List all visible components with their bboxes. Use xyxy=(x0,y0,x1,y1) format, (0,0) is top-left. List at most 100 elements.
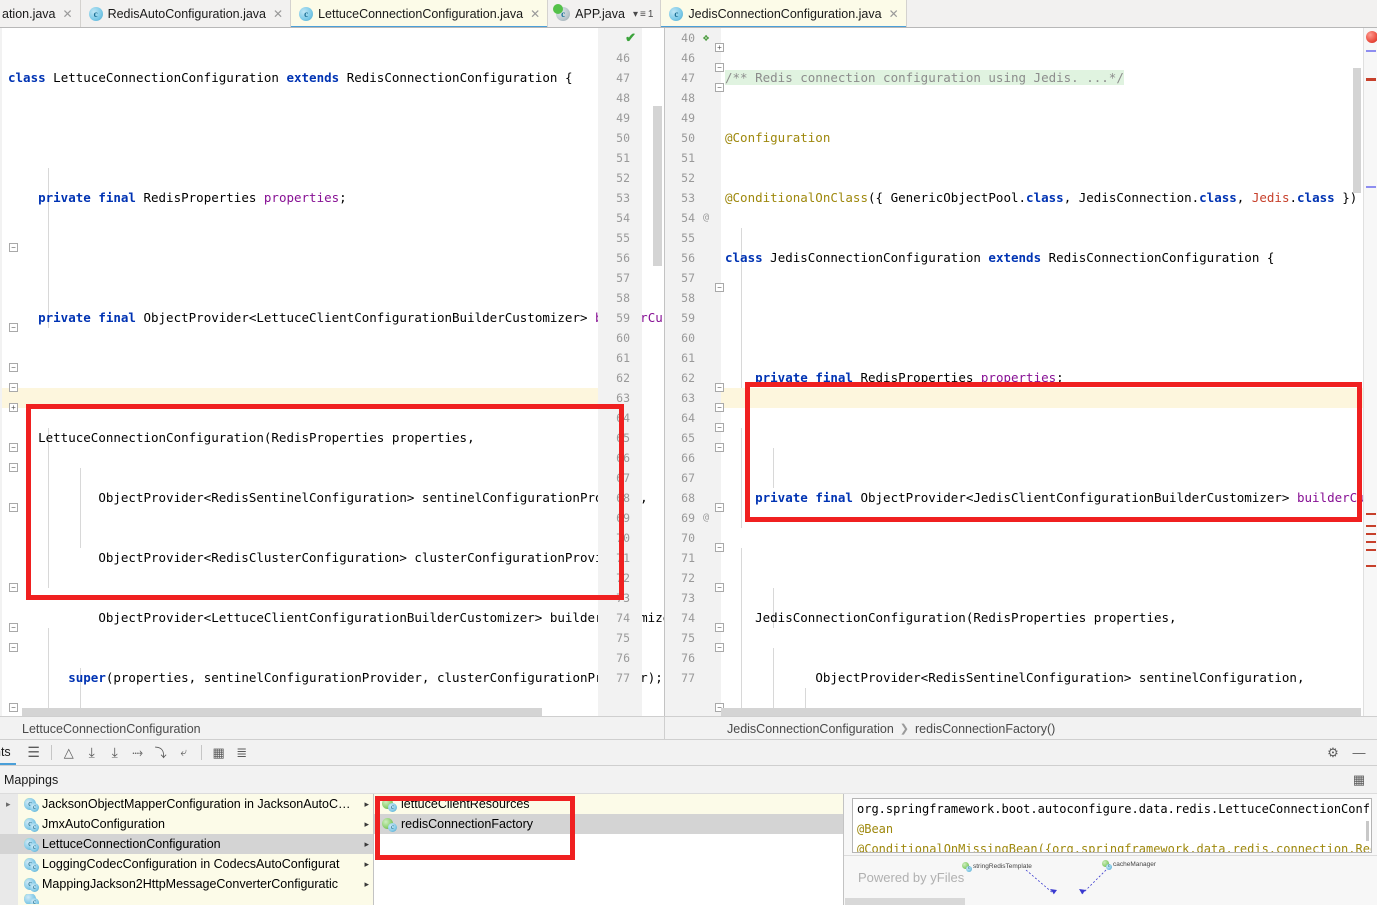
tool-window-tab[interactable]: nts xyxy=(0,740,16,765)
chevron-right-icon[interactable]: ▸ xyxy=(364,839,369,850)
fold-marker[interactable]: − xyxy=(9,463,18,472)
breadcrumb-item[interactable]: redisConnectionFactory() xyxy=(915,722,1055,736)
fold-marker[interactable]: − xyxy=(715,443,724,452)
bean-row-lettuce-client-resources[interactable]: lettuceClientResources xyxy=(374,794,569,814)
editor-pane-jedis[interactable]: /** Redis connection configuration using… xyxy=(665,28,1377,716)
error-count-icon[interactable] xyxy=(1366,31,1377,43)
tree-row-5-partial[interactable] xyxy=(0,894,373,904)
doc-scrollbar[interactable] xyxy=(1366,821,1369,841)
editor-pane-lettuce[interactable]: class LettuceConnectionConfiguration ext… xyxy=(0,28,665,716)
tree-row-0[interactable]: ▸ c JacksonObjectMapperConfiguration in … xyxy=(0,794,373,814)
layout-icon[interactable]: ▦ xyxy=(1349,770,1369,790)
horizontal-scrollbar-left[interactable] xyxy=(22,708,542,716)
java-class-icon: c xyxy=(24,817,39,832)
editor-tab-3[interactable]: c APP.java ▾ ≡ 1 xyxy=(548,0,662,27)
code-text-lettuce[interactable]: class LettuceConnectionConfiguration ext… xyxy=(8,28,664,716)
vertical-scrollbar-left[interactable] xyxy=(653,106,662,266)
tree-row-1[interactable]: c JmxAutoConfiguration ▸ xyxy=(0,814,373,834)
graph-node-string-redis-template[interactable]: stringRedisTemplate xyxy=(962,862,1032,872)
fold-marker[interactable]: − xyxy=(715,423,724,432)
editor-tab-1[interactable]: c RedisAutoConfiguration.java ✕ xyxy=(80,0,292,27)
fold-marker[interactable]: + xyxy=(9,403,18,412)
fold-marker[interactable]: − xyxy=(9,363,18,372)
tree-row-4[interactable]: c MappingJackson2HttpMessageConverterCon… xyxy=(0,874,373,894)
gear-icon[interactable]: ⚙ xyxy=(1323,743,1343,763)
fold-marker[interactable]: − xyxy=(715,403,724,412)
toolbar-divider xyxy=(200,745,202,760)
fold-marker[interactable]: − xyxy=(715,543,724,552)
chevron-right-icon: ❯ xyxy=(899,723,909,735)
import-icon[interactable]: ⤓ xyxy=(82,743,102,763)
tree-row-3[interactable]: c LoggingCodecConfiguration in CodecsAut… xyxy=(0,854,373,874)
chevron-right-icon[interactable]: ▸ xyxy=(364,859,369,870)
breadcrumb-left[interactable]: LettuceConnectionConfiguration xyxy=(0,717,665,740)
inspection-ok-icon: ✔ xyxy=(625,30,636,45)
fold-marker[interactable]: − xyxy=(9,643,18,652)
jump-to-source-icon[interactable]: ⤵ xyxy=(151,743,171,763)
settings-list-icon[interactable]: ≣ xyxy=(232,743,252,763)
menu-icon[interactable]: ☰ xyxy=(24,743,44,763)
download-icon[interactable]: ⤓ xyxy=(105,743,125,763)
fold-marker[interactable]: − xyxy=(9,623,18,632)
java-run-class-icon: c xyxy=(553,4,571,21)
fold-marker[interactable]: − xyxy=(715,83,724,92)
fold-marker[interactable]: + xyxy=(715,43,724,52)
override-marker[interactable]: @ xyxy=(699,208,713,228)
doc-line-bean-annotation: @Bean xyxy=(857,822,894,836)
fold-marker[interactable]: − xyxy=(9,243,18,252)
stripe-mark-error xyxy=(1366,541,1376,543)
vertical-scrollbar-right[interactable] xyxy=(1353,68,1361,193)
expand-arrow-icon[interactable]: ▸ xyxy=(6,799,11,810)
java-class-icon: c xyxy=(669,7,684,21)
tool-window-actions: ⚙ — xyxy=(1323,743,1377,763)
horizontal-scrollbar-right[interactable] xyxy=(721,708,1361,716)
fold-marker[interactable]: − xyxy=(715,283,724,292)
graph-node-cache-manager[interactable]: cacheManager xyxy=(1102,860,1156,870)
fold-marker[interactable]: − xyxy=(9,503,18,512)
fold-marker[interactable]: − xyxy=(9,703,18,712)
fold-marker[interactable]: − xyxy=(715,583,724,592)
fold-marker[interactable]: − xyxy=(715,643,724,652)
fold-marker[interactable]: − xyxy=(9,443,18,452)
chevron-right-icon[interactable]: ▸ xyxy=(364,799,369,810)
chevron-right-icon[interactable]: ▸ xyxy=(364,879,369,890)
fold-marker[interactable]: − xyxy=(715,503,724,512)
chevron-right-icon[interactable]: ▸ xyxy=(364,819,369,830)
editor-tab-0[interactable]: ation.java ✕ xyxy=(0,0,81,27)
upload-icon[interactable]: ⤑ xyxy=(128,743,148,763)
spring-bean-icon[interactable]: ❖ xyxy=(699,28,713,48)
close-icon[interactable]: ✕ xyxy=(271,8,283,20)
bean-documentation[interactable]: org.springframework.boot.autoconfigure.d… xyxy=(852,798,1372,853)
fold-marker[interactable]: − xyxy=(9,383,18,392)
editor-tab-2[interactable]: c LettuceConnectionConfiguration.java ✕ xyxy=(291,0,549,27)
close-icon[interactable]: ✕ xyxy=(528,8,540,20)
code-text-jedis[interactable]: /** Redis connection configuration using… xyxy=(725,28,1377,716)
bean-row-redis-connection-factory[interactable]: redisConnectionFactory xyxy=(374,814,843,834)
breadcrumb-item[interactable]: JedisConnectionConfiguration xyxy=(727,722,894,736)
fold-marker[interactable]: − xyxy=(9,583,18,592)
stripe-mark-error xyxy=(1366,78,1376,81)
tree-row-lettuce-connection-configuration[interactable]: c LettuceConnectionConfiguration ▸ xyxy=(0,834,373,854)
breadcrumb-item[interactable]: LettuceConnectionConfiguration xyxy=(22,722,201,736)
minimize-icon[interactable]: — xyxy=(1349,743,1369,763)
fold-marker[interactable]: − xyxy=(715,63,724,72)
override-marker[interactable]: @ xyxy=(699,508,713,528)
fold-marker[interactable]: − xyxy=(715,623,724,632)
graph-horizontal-scrollbar[interactable] xyxy=(845,898,965,905)
tab-overflow-menu[interactable]: ▾ ≡ 1 xyxy=(630,9,653,20)
breadcrumb-right[interactable]: JedisConnectionConfiguration ❯ redisConn… xyxy=(665,717,1377,740)
close-icon[interactable]: ✕ xyxy=(887,8,899,20)
graph-node-label: stringRedisTemplate xyxy=(973,863,1032,870)
error-stripe-right[interactable] xyxy=(1363,28,1377,716)
fold-marker[interactable]: − xyxy=(715,383,724,392)
list-icon: ≡ xyxy=(639,8,646,20)
close-icon[interactable]: ✕ xyxy=(61,8,73,20)
editor-tab-4[interactable]: c JedisConnectionConfiguration.java ✕ xyxy=(661,0,907,27)
autoscroll-icon[interactable]: ⤶ xyxy=(174,743,194,763)
spring-bean-icon xyxy=(382,817,397,832)
fold-marker[interactable]: − xyxy=(9,323,18,332)
collapse-all-icon[interactable]: △ xyxy=(59,743,79,763)
configuration-tree[interactable]: ▸ c JacksonObjectMapperConfiguration in … xyxy=(0,794,374,905)
bean-list[interactable]: lettuceClientResources redisConnectionFa… xyxy=(374,794,844,905)
grid-icon[interactable]: ▦ xyxy=(209,743,229,763)
